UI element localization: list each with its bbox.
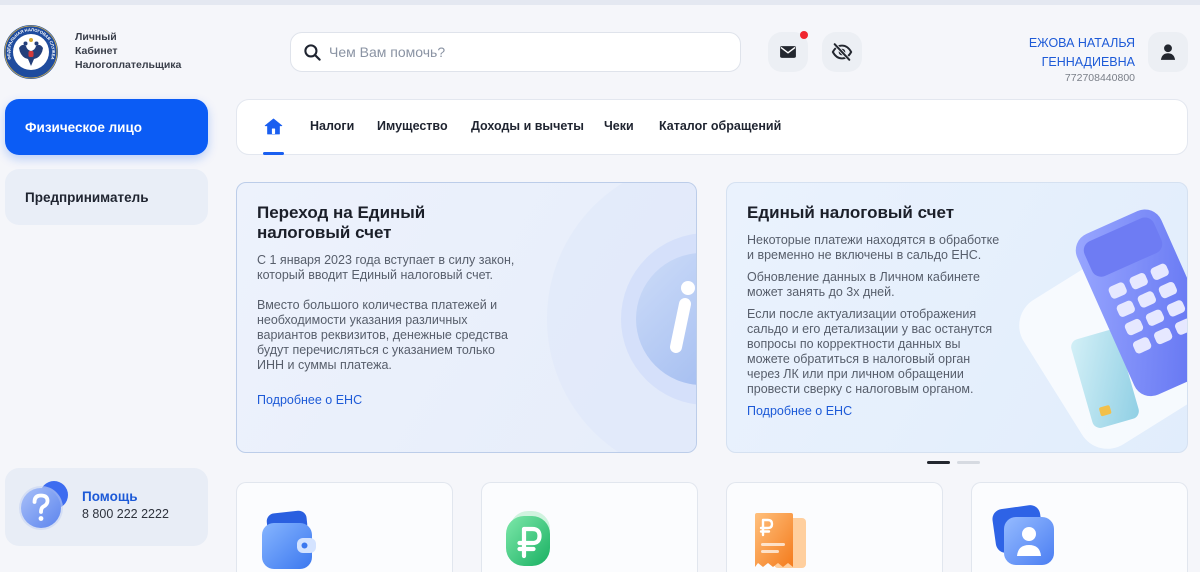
service-tile[interactable]: [236, 482, 453, 572]
main-nav: Налоги Имущество Доходы и вычеты Чеки Ка…: [236, 99, 1188, 155]
wallet-icon: [262, 510, 316, 569]
search-input[interactable]: [329, 33, 729, 71]
home-icon[interactable]: [264, 117, 283, 136]
nav-item-taxes[interactable]: Налоги: [310, 118, 354, 134]
mail-icon: [780, 46, 796, 58]
user-info[interactable]: ЕЖОВА НАТАЛЬЯ ГЕННАДИЕВНА 772708440800: [1029, 34, 1135, 85]
nav-item-income[interactable]: Доходы и вычеты: [471, 118, 584, 134]
sidebar-item-label: Предприниматель: [25, 189, 149, 205]
nav-item-requests-catalog[interactable]: Каталог обращений: [659, 118, 781, 134]
profile-button[interactable]: [1148, 32, 1188, 72]
app-title-line: Личный: [75, 31, 117, 43]
service-tile[interactable]: [726, 482, 943, 572]
carousel-dot-active[interactable]: [927, 461, 950, 464]
fns-emblem-icon[interactable]: ФЕДЕРАЛЬНАЯ НАЛОГОВАЯ СЛУЖБА: [3, 24, 59, 80]
unread-indicator: [800, 31, 808, 39]
app-title-line: Налогоплательщика: [75, 59, 182, 71]
sidebar-item-entrepreneur[interactable]: Предприниматель: [5, 169, 208, 225]
eye-off-icon: [831, 42, 853, 62]
app-title-line: Кабинет: [75, 45, 118, 57]
sidebar-item-label: Физическое лицо: [25, 119, 143, 135]
nav-item-receipts[interactable]: Чеки: [604, 118, 634, 134]
banner-title: Единый налоговый счет: [747, 203, 955, 222]
receipt-icon: [755, 513, 806, 568]
hide-amounts-button[interactable]: [822, 32, 862, 72]
profile-card-icon: [992, 505, 1054, 565]
user-inn: 772708440800: [1064, 72, 1135, 84]
help-card[interactable]: Помощь 8 800 222 2222: [5, 468, 208, 546]
question-icon: [19, 481, 68, 530]
banner-paragraph: Если после актуализации отображения саль…: [747, 307, 993, 396]
nav-item-property[interactable]: Имущество: [377, 118, 448, 134]
banner-more-link[interactable]: Подробнее о ЕНС: [257, 393, 362, 408]
active-tab-indicator: [263, 152, 284, 155]
banner-ens-transition: Переход на Единый налоговый счет С 1 янв…: [236, 182, 697, 453]
service-tile[interactable]: [971, 482, 1188, 572]
help-title: Помощь: [82, 489, 138, 504]
top-strip: [0, 0, 1200, 5]
banner-more-link[interactable]: Подробнее о ЕНС: [747, 404, 852, 419]
sidebar-item-individual[interactable]: Физическое лицо: [5, 99, 208, 155]
user-icon: [1160, 44, 1176, 60]
search-box[interactable]: [290, 32, 741, 72]
banner-paragraph: С 1 января 2023 года вступает в силу зак…: [257, 253, 515, 282]
ruble-icon: [506, 511, 550, 566]
banner-paragraph: Обновление данных в Личном кабинете може…: [747, 270, 980, 299]
help-phone[interactable]: 8 800 222 2222: [82, 507, 169, 522]
service-tile[interactable]: [481, 482, 698, 572]
banner-paragraph: Некоторые платежи находятся в обработке …: [747, 233, 1000, 262]
messages-button[interactable]: [768, 31, 808, 72]
carousel-dot[interactable]: [957, 461, 980, 464]
search-icon: [304, 44, 321, 61]
banner-ens-info: Единый налоговый счет Некоторые платежи …: [726, 182, 1188, 453]
banner-title: Переход на Единый налоговый счет: [257, 203, 426, 242]
user-patronymic[interactable]: ГЕННАДИЕВНА: [1029, 53, 1135, 72]
app-title: Личный Кабинет Налогоплательщика: [75, 30, 181, 72]
banner-paragraph: Вместо большого количества платежей и не…: [257, 298, 508, 372]
user-name[interactable]: ЕЖОВА НАТАЛЬЯ: [1029, 34, 1135, 53]
